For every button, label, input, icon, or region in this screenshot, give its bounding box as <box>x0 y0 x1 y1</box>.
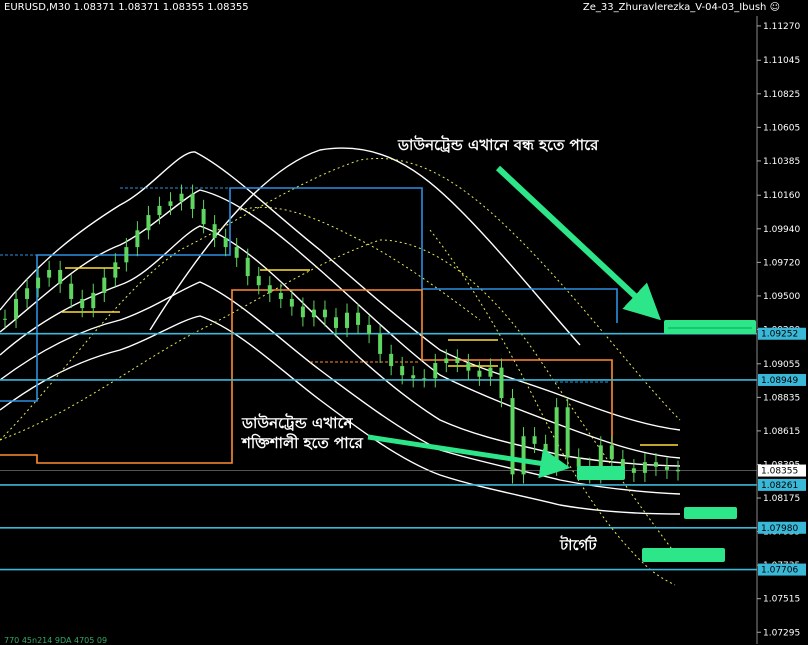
target-box <box>577 466 625 480</box>
candle-body <box>245 257 250 277</box>
candle-body <box>322 309 327 318</box>
candle-body <box>455 358 460 364</box>
axis-tick-label: 1.09055 <box>763 360 800 370</box>
axis-tick-label: 1.11270 <box>763 22 800 32</box>
axis-tick-label: 1.10605 <box>763 123 800 133</box>
candle-body <box>642 462 647 473</box>
candle-body <box>378 334 383 354</box>
axis-tick-label: 1.09940 <box>763 225 800 235</box>
candle-body <box>179 193 184 202</box>
candle-body <box>102 277 107 293</box>
level-price-label: 1.08261 <box>761 481 798 491</box>
candle-body <box>58 269 63 284</box>
axis-tick-label: 1.08835 <box>763 393 800 403</box>
axis-tick-label: 1.10385 <box>763 157 800 167</box>
candle-body <box>554 407 559 467</box>
candle-body <box>466 363 471 371</box>
candle-body <box>212 224 217 238</box>
candle-body <box>256 276 261 286</box>
candle-body <box>367 324 372 335</box>
level-price-label: 1.07706 <box>761 566 798 576</box>
candle-body <box>289 298 294 307</box>
candle-body <box>190 193 195 209</box>
candle-body <box>510 398 515 475</box>
candle-body <box>80 298 85 309</box>
candle-body <box>609 445 614 460</box>
candle-body <box>664 466 669 470</box>
indicator-label: Ze_33_Zhuravlerezka_V-04-03_Ibush ☺ <box>582 2 780 13</box>
level-price-label: 1.08949 <box>761 376 798 386</box>
candle-body <box>488 367 493 377</box>
price-chart: 1.11270 1.11045 1.10825 1.10605 1.10385 1.101… <box>0 16 806 644</box>
candle-body <box>433 363 438 379</box>
candle-body <box>135 230 140 248</box>
axis-tick-label: 1.08175 <box>763 494 800 504</box>
white-band <box>0 151 681 431</box>
candle-body <box>168 201 173 206</box>
level-price-label: 1.09252 <box>761 330 798 340</box>
candle-body <box>36 277 41 289</box>
target-box <box>664 320 756 334</box>
axis-tick-label: 1.08615 <box>763 427 800 437</box>
candle-body <box>311 309 316 318</box>
candle-body <box>356 312 361 325</box>
candle-body <box>422 378 427 380</box>
axis-tick-label: 1.07515 <box>763 595 800 605</box>
candle-body <box>576 457 581 467</box>
target-box <box>684 507 737 519</box>
candle-body <box>653 462 658 467</box>
candle-body <box>345 312 350 328</box>
candle-body <box>47 269 52 278</box>
dotted-envelope <box>239 206 481 321</box>
annotation-downtrend-end: ডাউনট্রেন্ড এখানে বন্ধ হতে পারে <box>398 136 599 154</box>
candle-body <box>389 353 394 367</box>
candle-body <box>400 366 405 376</box>
annotation-target: টার্গেট <box>560 536 597 554</box>
axis-tick-label: 1.10825 <box>763 90 800 100</box>
candle-body <box>532 436 537 444</box>
axis-tick-label: 1.07295 <box>763 628 800 638</box>
candle-body <box>124 247 129 263</box>
candle-body <box>521 436 526 475</box>
candle-body <box>146 215 151 231</box>
candle-body <box>91 292 96 309</box>
candle-body <box>411 375 416 379</box>
candle-body <box>278 292 283 299</box>
level-price-label: 1.07980 <box>761 524 798 534</box>
candle-body <box>113 262 118 278</box>
candle-body <box>333 317 338 328</box>
bands-layer <box>0 147 681 586</box>
candle-body <box>157 205 162 216</box>
candle-body <box>444 358 449 364</box>
candle-body <box>14 298 19 319</box>
axis-tick-label: 1.09720 <box>763 258 800 268</box>
candle-body <box>25 288 30 299</box>
candle-body <box>300 306 305 318</box>
dotted-envelope <box>429 229 676 586</box>
current-price-label: 1.08355 <box>761 467 798 477</box>
candle-body <box>477 370 482 377</box>
candle-body <box>201 208 206 225</box>
candle-body <box>267 285 272 293</box>
candle-body <box>676 469 680 472</box>
yellow-segments-layer <box>0 187 678 446</box>
candle-body <box>499 367 504 399</box>
axis-tick-label: 1.09500 <box>763 292 800 302</box>
price-axis: 1.11270 1.11045 1.10825 1.10605 1.10385 1.101… <box>756 16 806 644</box>
annotation-downtrend-strong-line2: শক্তিশালী হতে পারে <box>242 434 363 452</box>
candle-body <box>223 237 228 248</box>
axis-tick-label: 1.11045 <box>763 56 800 66</box>
candle-body <box>234 247 239 258</box>
candle-body <box>69 283 74 299</box>
candle-body <box>565 407 570 458</box>
target-box <box>642 548 725 562</box>
symbol-title: EURUSD,M30 1.08371 1.08371 1.08355 1.083… <box>4 2 249 13</box>
candle-body <box>3 318 7 320</box>
axis-tick-label: 1.10160 <box>763 191 800 201</box>
arrow-downtrend-strong <box>367 434 571 479</box>
dotted-envelope <box>0 158 681 441</box>
candle-body <box>631 468 636 473</box>
